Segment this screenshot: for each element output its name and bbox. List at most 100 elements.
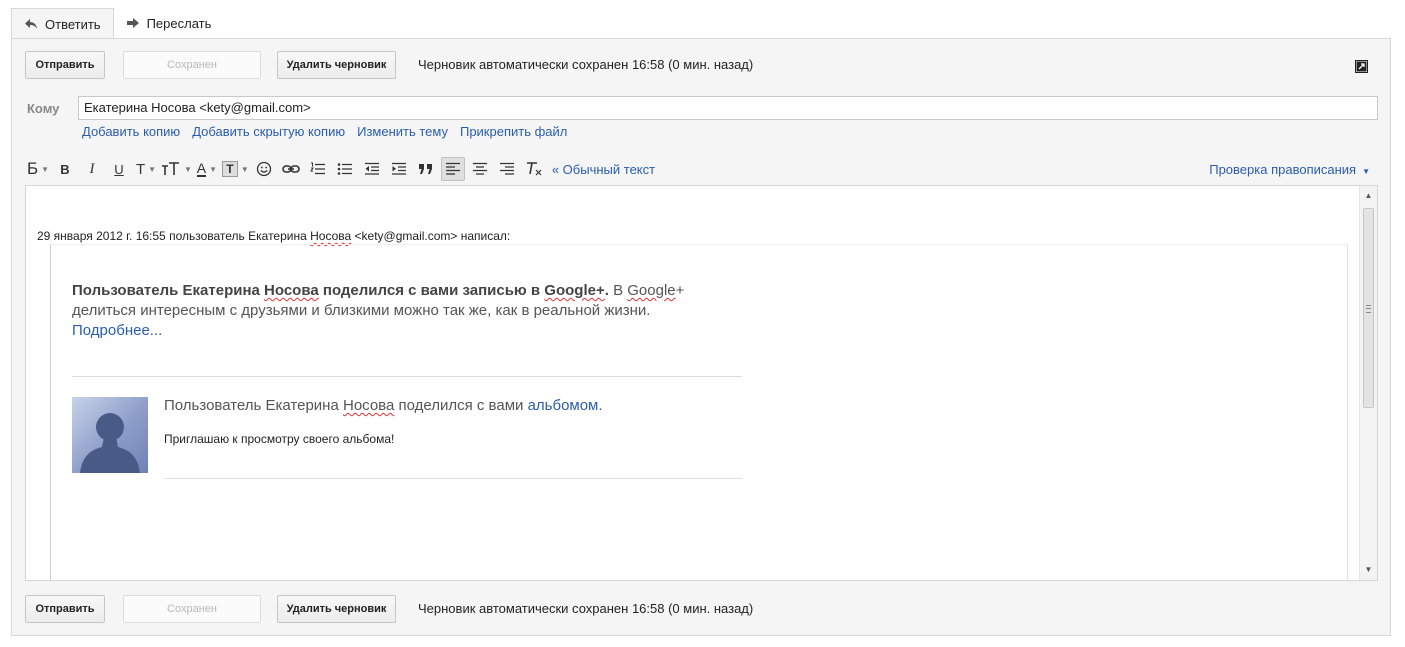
quote-header-text: 29 января 2012 г. 16:55 пользователь Ека…	[37, 229, 311, 243]
send-button[interactable]: Отправить	[25, 51, 105, 79]
font-size-dropdown[interactable]: T ▼	[134, 157, 158, 181]
indent-less-button[interactable]	[360, 157, 384, 181]
quoted-message: Пользователь Екатерина Носова поделился …	[50, 244, 1348, 580]
attach-file-link[interactable]: Прикрепить файл	[460, 124, 567, 139]
editor-scrollbar[interactable]: ▲ ▼	[1359, 186, 1377, 580]
autosave-status-bottom: Черновик автоматически сохранен 16:58 (0…	[418, 601, 754, 616]
scrollbar-thumb[interactable]	[1363, 208, 1374, 408]
autosave-status: Черновик автоматически сохранен 16:58 (0…	[418, 57, 754, 72]
share-text-post: .	[598, 397, 603, 414]
intro-bold-text-2: поделился с вами записью в	[318, 282, 545, 299]
tab-reply[interactable]: Ответить	[11, 8, 114, 39]
align-center-button[interactable]	[468, 157, 492, 181]
album-link[interactable]: альбомом	[528, 397, 599, 414]
spell-check-dropdown[interactable]: Проверка правописания ▼	[1209, 162, 1370, 177]
quote-header: 29 января 2012 г. 16:55 пользователь Ека…	[37, 229, 510, 243]
reply-arrow-icon	[25, 19, 37, 29]
scroll-up-arrow-icon[interactable]: ▲	[1360, 189, 1377, 203]
quote-icon	[418, 164, 432, 174]
share-intro-bold: Пользователь Екатерина Носова поделился …	[72, 282, 609, 299]
quote-header-email: <kety@gmail.com> написал:	[351, 229, 511, 243]
italic-icon: I	[89, 160, 95, 177]
invite-text: Приглашаю к просмотру своего альбома!	[164, 432, 395, 446]
numbered-list-button[interactable]	[306, 157, 330, 181]
align-right-icon	[499, 162, 514, 175]
delete-draft-button[interactable]: Удалить черновик	[277, 51, 396, 79]
underline-icon: U	[114, 161, 124, 177]
saved-button[interactable]: Сохранен	[123, 51, 261, 79]
compose-panel: Отправить Сохранен Удалить черновик Черн…	[11, 38, 1391, 636]
intro-bold-name: Носова	[264, 282, 319, 299]
scroll-down-arrow-icon[interactable]: ▼	[1360, 563, 1377, 577]
bold-button[interactable]: B	[53, 157, 77, 181]
indent-more-button[interactable]	[387, 157, 411, 181]
text-size-dropdown[interactable]: ▼	[161, 157, 192, 181]
send-button-bottom[interactable]: Отправить	[25, 595, 105, 623]
divider	[164, 478, 742, 479]
saved-button-bottom[interactable]: Сохранен	[123, 595, 261, 623]
share-text-pre: Пользователь Екатерина	[164, 397, 343, 414]
tab-forward[interactable]: Переслать	[114, 8, 224, 38]
intro-google: Google	[627, 282, 676, 299]
background-color-dropdown[interactable]: T ▼	[221, 157, 249, 181]
chevron-down-icon: ▼	[240, 164, 249, 174]
grip-icon	[1366, 305, 1371, 313]
numbered-list-icon	[309, 162, 325, 175]
popout-icon[interactable]	[1355, 60, 1368, 73]
bulleted-list-icon	[337, 163, 352, 175]
reply-tabs: Ответить Переслать	[11, 8, 224, 39]
remove-formatting-button[interactable]	[522, 157, 546, 181]
chevron-down-icon: ▼	[41, 164, 50, 174]
font-size-icon: T	[135, 160, 146, 178]
person-silhouette-icon	[80, 413, 140, 473]
share-text-mid: поделился с вами	[394, 397, 528, 414]
plain-text-link[interactable]: « Обычный текст	[552, 162, 655, 177]
italic-button[interactable]: I	[80, 157, 104, 181]
align-center-icon	[472, 162, 487, 175]
chevron-down-icon: ▼	[148, 164, 157, 174]
share-intro: Пользователь Екатерина Носова поделился …	[72, 281, 752, 341]
emoji-button[interactable]	[252, 157, 276, 181]
to-field[interactable]: Екатерина Носова <kety@gmail.com>	[78, 96, 1378, 120]
bulleted-list-button[interactable]	[333, 157, 357, 181]
message-editor[interactable]: 29 января 2012 г. 16:55 пользователь Ека…	[25, 185, 1378, 581]
font-family-label: Б	[26, 159, 39, 178]
indent-less-icon	[364, 162, 379, 175]
align-left-icon	[445, 162, 460, 175]
link-icon	[282, 165, 300, 173]
quote-header-name: Носова	[310, 229, 352, 243]
avatar[interactable]	[72, 397, 148, 473]
album-share-text: Пользователь Екатерина Носова поделился …	[164, 397, 603, 414]
spell-check-label: Проверка правописания	[1209, 161, 1357, 177]
insert-link-button[interactable]	[279, 157, 303, 181]
formatting-toolbar: Б ▼ B I U T ▼ ▼ A ▼ T ▼ « Обычный текст …	[26, 157, 1378, 181]
tab-forward-label: Переслать	[146, 15, 212, 31]
add-bcc-link[interactable]: Добавить скрытую копию	[192, 124, 345, 139]
delete-draft-button-bottom[interactable]: Удалить черновик	[277, 595, 396, 623]
divider	[72, 376, 742, 377]
align-left-button[interactable]	[440, 157, 465, 181]
intro-text: В	[608, 282, 628, 299]
clear-formatting-icon	[526, 162, 542, 176]
text-color-icon: A	[196, 160, 207, 177]
edit-subject-link[interactable]: Изменить тему	[357, 124, 448, 139]
chevron-down-icon: ▼	[209, 164, 218, 174]
intro-gplus: Google+	[544, 282, 605, 299]
underline-button[interactable]: U	[107, 157, 131, 181]
text-color-dropdown[interactable]: A ▼	[195, 157, 219, 181]
smiley-icon	[256, 161, 271, 177]
chevron-down-icon: ▼	[1362, 166, 1370, 176]
chevron-down-icon: ▼	[184, 164, 192, 174]
tab-reply-label: Ответить	[45, 16, 101, 32]
forward-arrow-icon	[126, 18, 139, 28]
intro-bold-text: Пользователь Екатерина	[72, 282, 265, 299]
font-family-dropdown[interactable]: Б ▼	[26, 157, 50, 181]
bold-icon: B	[60, 161, 70, 177]
highlight-icon: T	[221, 161, 238, 177]
quote-button[interactable]	[414, 157, 438, 181]
recipient-links: Добавить копию Добавить скрытую копию Из…	[82, 124, 567, 139]
more-link[interactable]: Подробнее...	[72, 322, 162, 339]
to-label: Кому	[27, 101, 60, 116]
add-cc-link[interactable]: Добавить копию	[82, 124, 180, 139]
align-right-button[interactable]	[495, 157, 519, 181]
